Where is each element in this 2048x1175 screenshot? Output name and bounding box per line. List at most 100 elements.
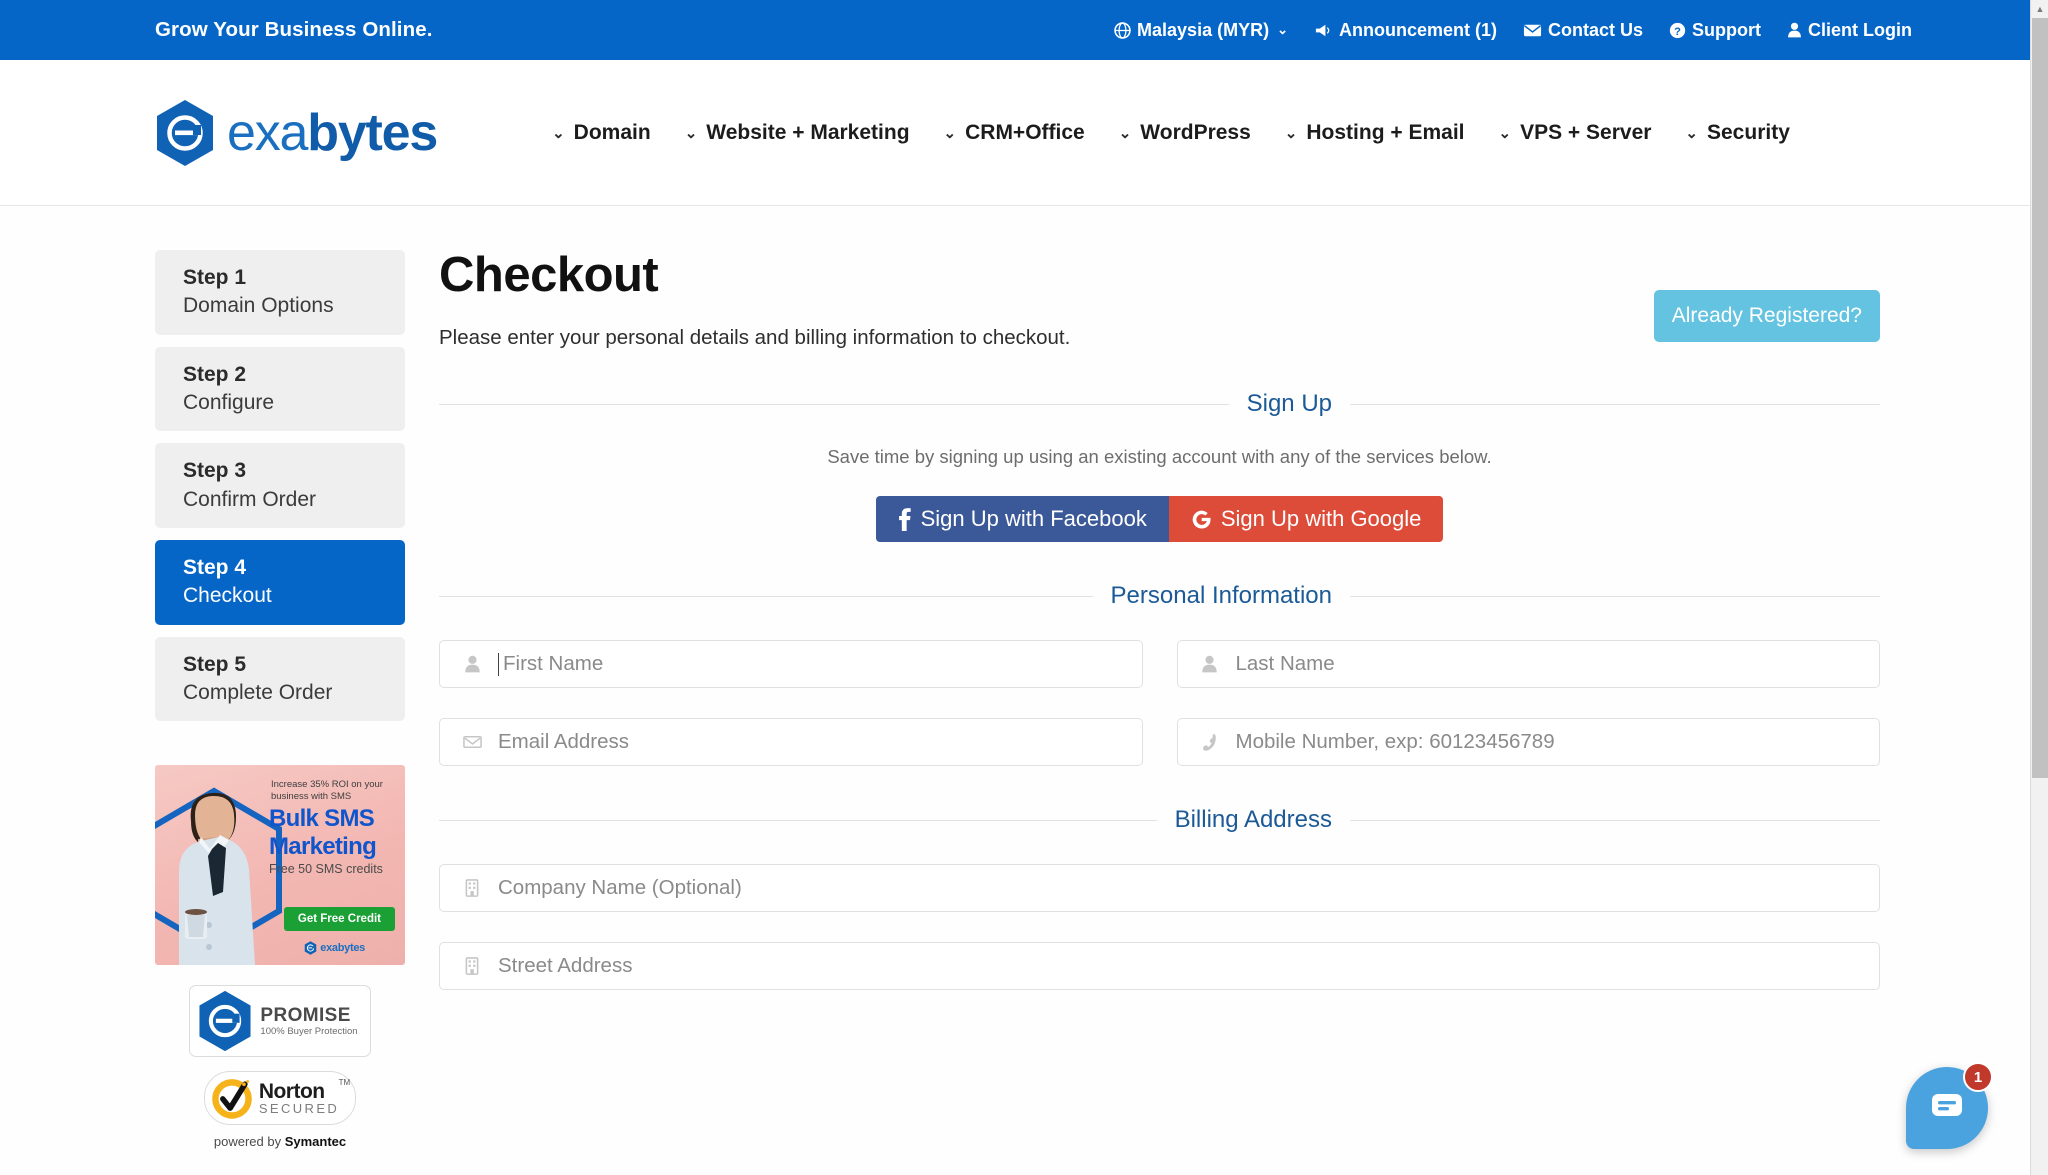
ad-brand-label: exabytes	[320, 942, 365, 955]
norton-secured-badge: Norton SECURED TM	[203, 1071, 357, 1126]
chevron-down-icon: ⌄	[1685, 124, 1698, 142]
nav-item-domain[interactable]: ⌄ Domain	[535, 121, 668, 145]
email-placeholder: Email Address	[498, 730, 630, 754]
text-cursor	[498, 652, 499, 676]
sidebar-step-5[interactable]: Step 5 Complete Order	[155, 636, 405, 722]
first-name-input[interactable]: First Name	[439, 640, 1143, 689]
ad-cta-button[interactable]: Get Free Credit	[283, 907, 395, 932]
street-address-placeholder: Street Address	[498, 954, 633, 978]
nav-item-label: Website + Marketing	[706, 120, 910, 144]
norton-checkmark-icon	[212, 1079, 252, 1120]
intro-row: Please enter your personal details and b…	[439, 290, 1880, 350]
nav-item-label: Security	[1707, 120, 1790, 144]
sidebar-step-4[interactable]: Step 4 Checkout	[155, 540, 405, 625]
sidebar-step-3[interactable]: Step 3 Confirm Order	[155, 443, 405, 529]
topbar-link-currency[interactable]: Malaysia (MYR) ⌄	[1114, 20, 1288, 41]
checkout-steps-sidebar: Step 1 Domain Options Step 2 Configure S…	[155, 250, 405, 1149]
envelope-icon	[1523, 23, 1542, 38]
page-viewport: Grow Your Business Online. Malaysia (MYR…	[0, 0, 2030, 1175]
intro-text: Please enter your personal details and b…	[439, 326, 1071, 350]
user-icon	[1787, 22, 1802, 38]
nav-item-security[interactable]: ⌄ Security	[1668, 121, 1806, 145]
chat-unread-badge: 1	[1963, 1062, 1993, 1092]
powered-prefix: powered by	[213, 1134, 285, 1150]
ad-eyebrow: Increase 35% ROI on your business with S…	[271, 779, 383, 803]
nav-item-website-marketing[interactable]: ⌄ Website + Marketing	[668, 121, 927, 145]
scrollbar-thumb[interactable]	[2032, 18, 2048, 778]
exabytes-logo[interactable]: exabytes	[155, 99, 438, 167]
site-header: exabytes ⌄ Domain ⌄ Website + Marketing ⌄ C…	[0, 60, 2030, 206]
topbar-link-label: Support	[1692, 19, 1762, 40]
checkout-main: Checkout Please enter your personal deta…	[439, 249, 1880, 1149]
signup-helper-text: Save time by signing up using an existin…	[827, 446, 1492, 468]
company-name-input[interactable]: Company Name (Optional)	[439, 864, 1880, 913]
nav-item-wordpress[interactable]: ⌄ WordPress	[1102, 121, 1268, 145]
step-label: Configure	[183, 391, 275, 415]
step-label: Confirm Order	[183, 487, 317, 511]
already-registered-button[interactable]: Already Registered?	[1653, 290, 1880, 343]
topbar-link-contact[interactable]: Contact Us	[1523, 20, 1643, 41]
legend-rule-right	[1350, 595, 1880, 597]
sidebar-step-2[interactable]: Step 2 Configure	[155, 346, 405, 432]
ad-person-image	[179, 793, 255, 966]
epromise-subtitle: 100% Buyer Protection	[260, 1025, 358, 1037]
ad-copy: Increase 35% ROI on your business with S…	[269, 779, 397, 876]
chevron-down-icon: ⌄	[1277, 22, 1288, 37]
nav-item-label: Domain	[573, 120, 651, 144]
topbar-link-announcement[interactable]: Announcement (1)	[1314, 20, 1497, 41]
contact-fields-row: Email Address Mobile Number, exp: 601234…	[439, 718, 1880, 767]
signup-facebook-button[interactable]: Sign Up with Facebook	[875, 496, 1169, 543]
globe-icon	[1114, 21, 1131, 39]
bulk-sms-ad-banner[interactable]: Increase 35% ROI on your business with S…	[155, 765, 405, 966]
chevron-down-icon: ⌄	[1284, 124, 1298, 142]
company-name-placeholder: Company Name (Optional)	[498, 876, 742, 900]
sidebar-step-1[interactable]: Step 1 Domain Options	[155, 250, 405, 335]
norton-subtitle: SECURED	[258, 1101, 340, 1117]
legend-rule-left	[439, 595, 1093, 597]
scroll-up-arrow-icon[interactable]: ▲	[2031, 0, 2048, 18]
signup-google-button[interactable]: Sign Up with Google	[1168, 496, 1444, 543]
mobile-input[interactable]: Mobile Number, exp: 60123456789	[1176, 718, 1880, 767]
chevron-down-icon: ⌄	[943, 124, 957, 142]
epromise-title: PROMISE	[260, 1004, 351, 1026]
signup-google-label: Sign Up with Google	[1220, 506, 1422, 532]
powered-brand: Symantec	[284, 1134, 347, 1150]
step-number: Step 3	[183, 459, 247, 483]
chevron-down-icon: ⌄	[552, 124, 565, 142]
email-field: Email Address	[439, 718, 1143, 767]
email-input[interactable]: Email Address	[439, 718, 1143, 767]
epromise-text: PROMISE 100% Buyer Protection	[260, 1006, 357, 1037]
chat-widget-button[interactable]: 1	[1906, 1062, 1993, 1149]
street-address-field: Street Address	[439, 942, 1880, 991]
social-signup-row: Sign Up with Facebook Sign Up with Googl…	[439, 496, 1880, 543]
personal-information-legend: Personal Information	[439, 582, 1880, 610]
phone-icon	[1200, 733, 1220, 752]
topbar-link-support[interactable]: ? Support	[1669, 20, 1761, 41]
nav-item-label: VPS + Server	[1520, 120, 1652, 144]
topbar-links: Malaysia (MYR) ⌄ Announcement (1) Contac…	[1114, 20, 1912, 41]
mobile-field: Mobile Number, exp: 60123456789	[1176, 718, 1880, 767]
chevron-down-icon: ⌄	[1498, 124, 1512, 142]
nav-item-crm-office[interactable]: ⌄ CRM+Office	[927, 121, 1102, 145]
question-circle-icon: ?	[1669, 22, 1686, 39]
topbar-link-label: Contact Us	[1548, 19, 1644, 40]
page-scrollbar[interactable]: ▲	[2030, 0, 2048, 1175]
nav-item-hosting-email[interactable]: ⌄ Hosting + Email	[1268, 121, 1482, 145]
signup-facebook-label: Sign Up with Facebook	[920, 506, 1147, 532]
legend-rule-right	[1350, 819, 1880, 821]
powered-by-symantec: powered by Symantec	[155, 1134, 405, 1149]
company-row: Company Name (Optional)	[439, 864, 1880, 913]
google-icon	[1191, 509, 1212, 530]
ad-subtitle: Free 50 SMS credits	[269, 862, 383, 877]
utility-topbar: Grow Your Business Online. Malaysia (MYR…	[0, 0, 2030, 60]
last-name-input[interactable]: Last Name	[1176, 640, 1880, 689]
step-label: Checkout	[183, 584, 272, 608]
billing-address-legend: Billing Address	[439, 806, 1880, 834]
nav-item-vps-server[interactable]: ⌄ VPS + Server	[1482, 121, 1669, 145]
exabytes-hexagon-icon	[155, 99, 215, 167]
facebook-icon	[898, 507, 912, 532]
tagline: Grow Your Business Online.	[155, 18, 433, 41]
step-number: Step 2	[183, 362, 247, 386]
topbar-link-client-login[interactable]: Client Login	[1787, 20, 1912, 41]
street-address-input[interactable]: Street Address	[439, 942, 1880, 991]
